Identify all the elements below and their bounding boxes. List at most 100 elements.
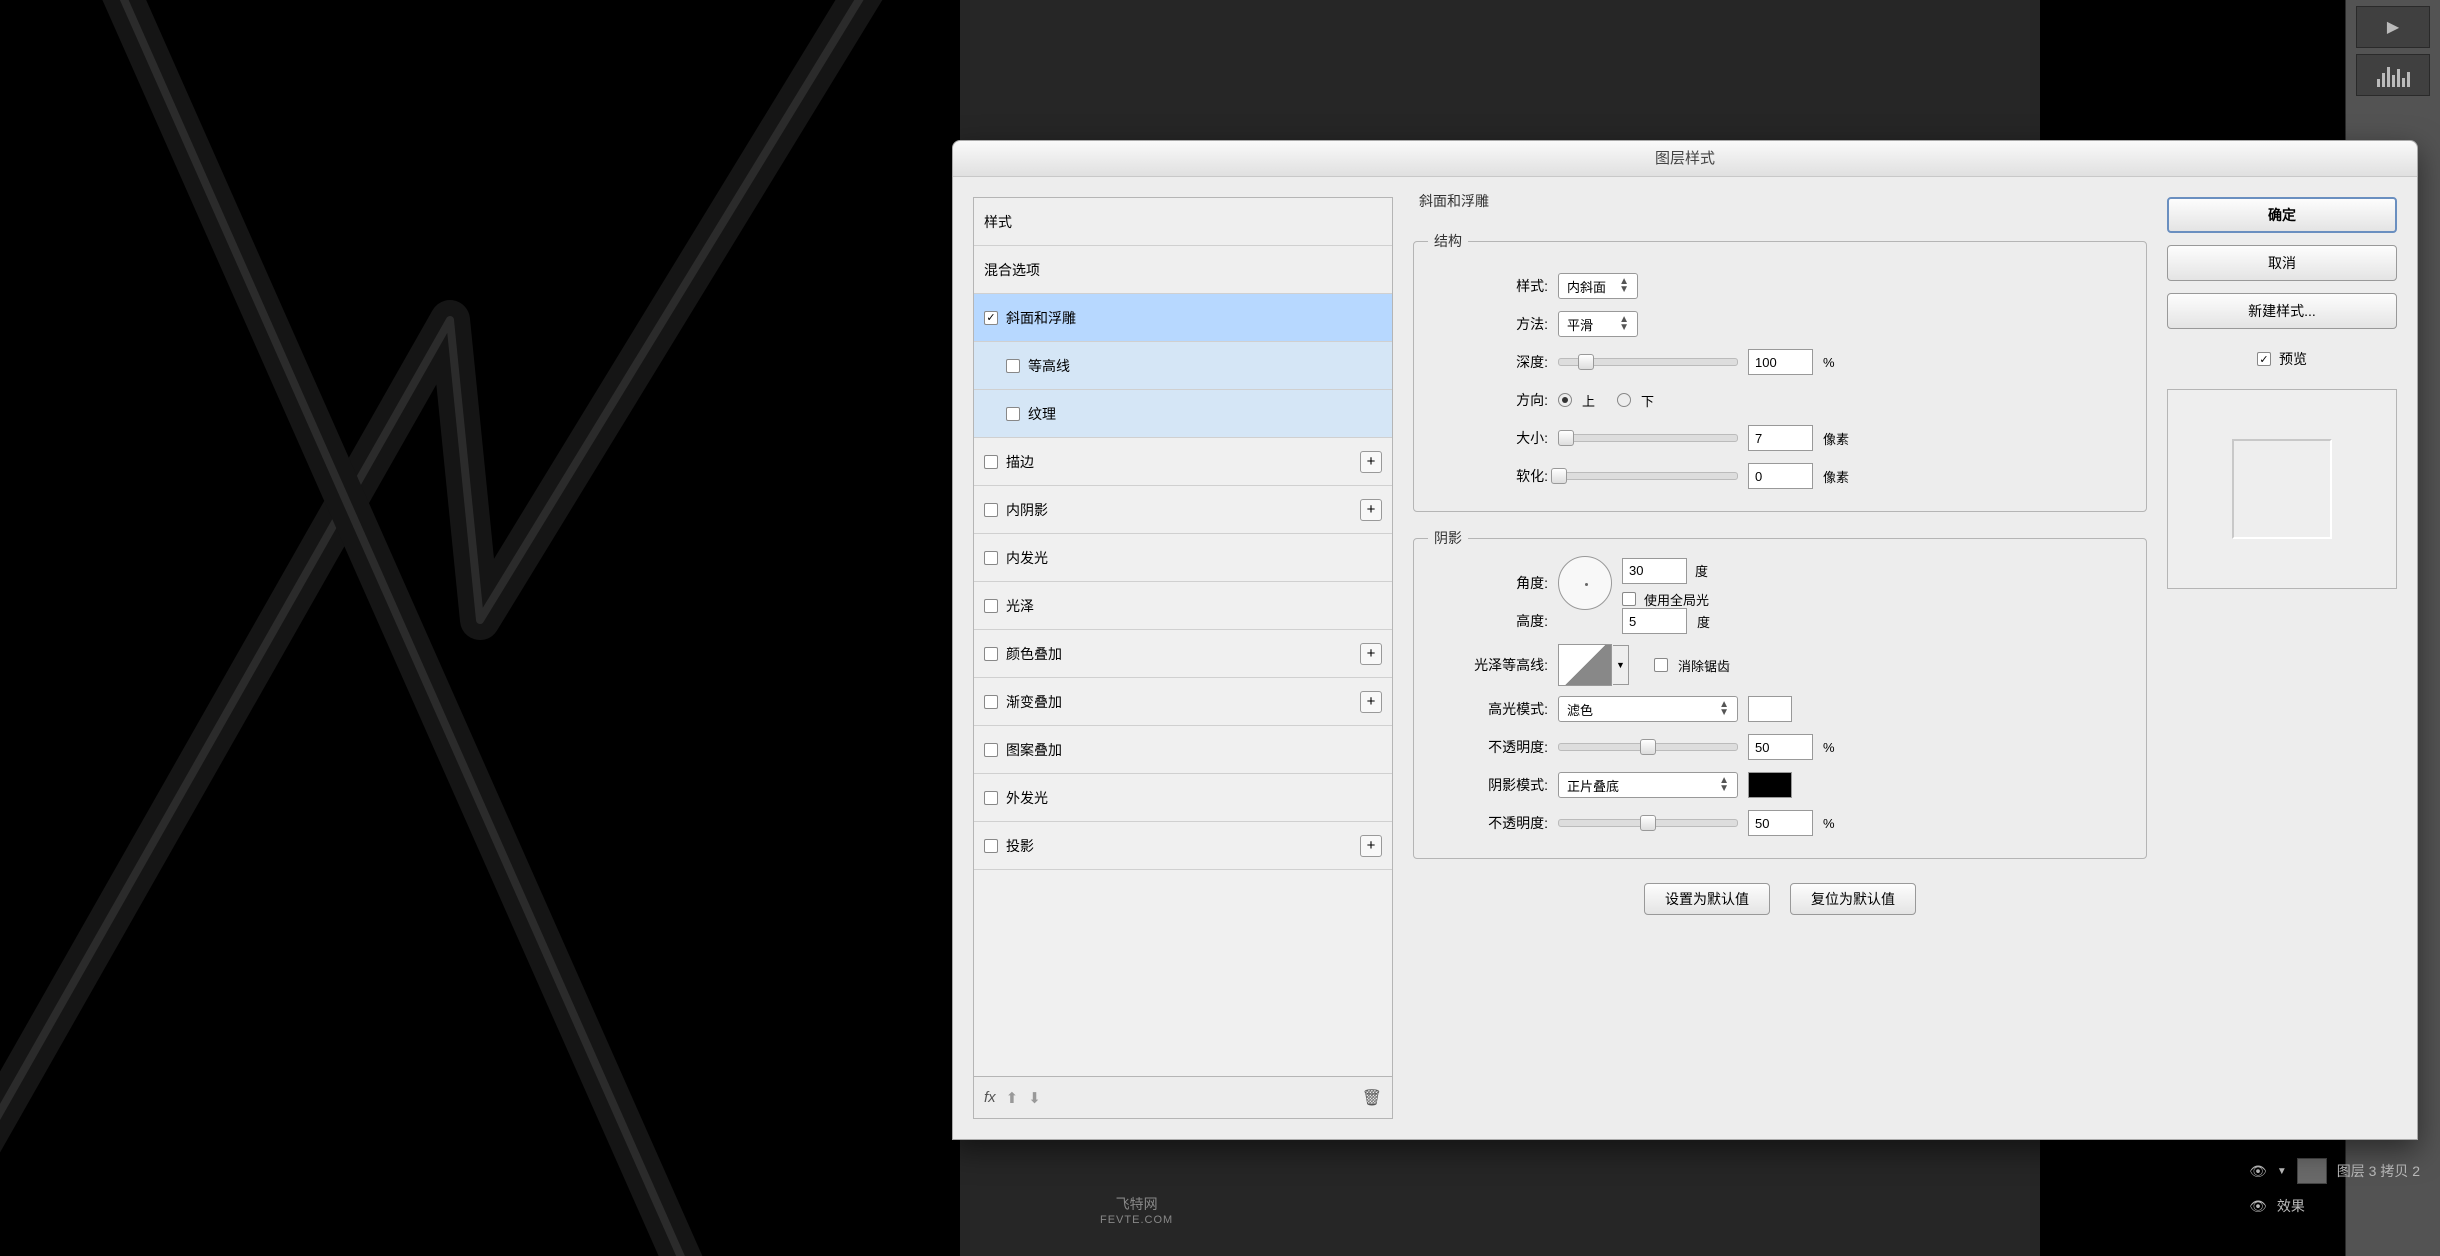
style-item-contour[interactable]: 等高线 bbox=[974, 342, 1392, 390]
watermark-site: FEVTE.COM bbox=[1100, 1214, 1173, 1226]
layers-panel-fragment: 👁 ▼ 图层 3 拷贝 2 👁 效果 bbox=[2249, 1158, 2420, 1216]
checkbox-icon[interactable] bbox=[984, 791, 998, 805]
checkbox-icon[interactable] bbox=[984, 647, 998, 661]
checkbox-icon[interactable] bbox=[984, 599, 998, 613]
checkbox-icon[interactable] bbox=[984, 311, 998, 325]
angle-input[interactable]: 30 bbox=[1622, 558, 1687, 584]
gloss-contour-picker[interactable]: ▼ bbox=[1558, 644, 1612, 686]
size-slider[interactable] bbox=[1558, 434, 1738, 442]
style-item-texture[interactable]: 纹理 bbox=[974, 390, 1392, 438]
angle-dial[interactable] bbox=[1558, 556, 1612, 610]
style-list-footer: fx ⬆ ⬇ 🗑 bbox=[973, 1077, 1393, 1119]
style-item-gradient-overlay[interactable]: 渐变叠加+ bbox=[974, 678, 1392, 726]
preview-swatch bbox=[2232, 439, 2332, 539]
dialog-right-column: 确定 取消 新建样式... ✓ 预览 bbox=[2167, 197, 2397, 1119]
play-button[interactable] bbox=[2356, 6, 2430, 48]
angle-label: 角度: bbox=[1428, 573, 1548, 593]
structure-group: 结构 样式: 内斜面▲▼ 方法: 平滑▲▼ 深度: 100 % 方向: bbox=[1413, 231, 2147, 512]
style-item-outer-glow[interactable]: 外发光 bbox=[974, 774, 1392, 822]
shadow-opacity-input[interactable]: 50 bbox=[1748, 810, 1813, 836]
add-icon[interactable]: + bbox=[1360, 835, 1382, 857]
size-input[interactable]: 7 bbox=[1748, 425, 1813, 451]
checkbox-icon[interactable] bbox=[984, 455, 998, 469]
add-icon[interactable]: + bbox=[1360, 691, 1382, 713]
antialias-checkbox[interactable] bbox=[1654, 658, 1668, 672]
shadow-opacity-slider[interactable] bbox=[1558, 819, 1738, 827]
style-item-inner-glow[interactable]: 内发光 bbox=[974, 534, 1392, 582]
altitude-label: 高度: bbox=[1428, 611, 1548, 631]
gloss-contour-label: 光泽等高线: bbox=[1428, 655, 1548, 675]
add-icon[interactable]: + bbox=[1360, 643, 1382, 665]
style-item-drop-shadow[interactable]: 投影+ bbox=[974, 822, 1392, 870]
style-item-styles[interactable]: 样式 bbox=[974, 198, 1392, 246]
fx-icon[interactable]: fx bbox=[984, 1089, 996, 1106]
shadow-mode-label: 阴影模式: bbox=[1428, 775, 1548, 795]
add-icon[interactable]: + bbox=[1360, 451, 1382, 473]
highlight-opacity-slider[interactable] bbox=[1558, 743, 1738, 751]
watermark: 飞特网 FEVTE.COM bbox=[1100, 1194, 1173, 1226]
global-light-checkbox[interactable] bbox=[1622, 592, 1636, 606]
style-item-pattern-overlay[interactable]: 图案叠加 bbox=[974, 726, 1392, 774]
cancel-button[interactable]: 取消 bbox=[2167, 245, 2397, 281]
disclosure-icon[interactable]: ▼ bbox=[2277, 1166, 2287, 1177]
highlight-mode-select[interactable]: 滤色▲▼ bbox=[1558, 696, 1738, 722]
checkbox-icon[interactable] bbox=[1006, 359, 1020, 373]
style-item-bevel-emboss[interactable]: 斜面和浮雕 bbox=[974, 294, 1392, 342]
direction-down-radio[interactable] bbox=[1617, 393, 1631, 407]
highlight-mode-label: 高光模式: bbox=[1428, 699, 1548, 719]
preview-box bbox=[2167, 389, 2397, 589]
style-item-blend-options[interactable]: 混合选项 bbox=[974, 246, 1392, 294]
style-item-color-overlay[interactable]: 颜色叠加+ bbox=[974, 630, 1392, 678]
ok-button[interactable]: 确定 bbox=[2167, 197, 2397, 233]
checkbox-icon[interactable] bbox=[984, 743, 998, 757]
layer-name[interactable]: 图层 3 拷贝 2 bbox=[2337, 1161, 2420, 1181]
technique-label: 方法: bbox=[1428, 314, 1548, 334]
checkbox-icon[interactable] bbox=[984, 503, 998, 517]
checkbox-icon[interactable] bbox=[984, 839, 998, 853]
shadow-opacity-label: 不透明度: bbox=[1428, 813, 1548, 833]
altitude-input[interactable]: 5 bbox=[1622, 608, 1687, 634]
layer-style-dialog: 图层样式 样式 混合选项 斜面和浮雕 等高线 纹理 描边+ 内阴影+ 内发光 光… bbox=[952, 140, 2418, 1140]
technique-select[interactable]: 平滑▲▼ bbox=[1558, 311, 1638, 337]
soften-slider[interactable] bbox=[1558, 472, 1738, 480]
layer-thumbnail[interactable] bbox=[2297, 1158, 2327, 1184]
depth-input[interactable]: 100 bbox=[1748, 349, 1813, 375]
style-item-satin[interactable]: 光泽 bbox=[974, 582, 1392, 630]
make-default-button[interactable]: 设置为默认值 bbox=[1644, 883, 1770, 915]
style-list[interactable]: 样式 混合选项 斜面和浮雕 等高线 纹理 描边+ 内阴影+ 内发光 光泽 颜色叠… bbox=[973, 197, 1393, 1077]
highlight-opacity-input[interactable]: 50 bbox=[1748, 734, 1813, 760]
shadow-mode-select[interactable]: 正片叠底▲▼ bbox=[1558, 772, 1738, 798]
soften-label: 软化: bbox=[1428, 466, 1548, 486]
add-icon[interactable]: + bbox=[1360, 499, 1382, 521]
move-up-icon[interactable]: ⬆ bbox=[1006, 1089, 1019, 1107]
highlight-color-swatch[interactable] bbox=[1748, 696, 1792, 722]
size-unit: 像素 bbox=[1823, 429, 1849, 448]
preview-checkbox[interactable]: ✓ bbox=[2257, 352, 2271, 366]
checkbox-icon[interactable] bbox=[1006, 407, 1020, 421]
style-item-stroke[interactable]: 描边+ bbox=[974, 438, 1392, 486]
checkbox-icon[interactable] bbox=[984, 695, 998, 709]
direction-up-radio[interactable] bbox=[1558, 393, 1572, 407]
structure-legend: 结构 bbox=[1428, 231, 1468, 251]
trash-icon[interactable]: 🗑 bbox=[1362, 1088, 1382, 1108]
dialog-title: 图层样式 bbox=[953, 141, 2417, 177]
watermark-name: 飞特网 bbox=[1100, 1194, 1173, 1214]
move-down-icon[interactable]: ⬇ bbox=[1028, 1089, 1041, 1107]
checkbox-icon[interactable] bbox=[984, 551, 998, 565]
style-item-inner-shadow[interactable]: 内阴影+ bbox=[974, 486, 1392, 534]
histogram-button[interactable] bbox=[2356, 54, 2430, 96]
size-label: 大小: bbox=[1428, 428, 1548, 448]
depth-slider[interactable] bbox=[1558, 358, 1738, 366]
soften-input[interactable]: 0 bbox=[1748, 463, 1813, 489]
visibility-icon[interactable]: 👁 bbox=[2249, 1198, 2267, 1215]
shadow-color-swatch[interactable] bbox=[1748, 772, 1792, 798]
reset-default-button[interactable]: 复位为默认值 bbox=[1790, 883, 1916, 915]
effects-label[interactable]: 效果 bbox=[2277, 1196, 2305, 1216]
shading-group: 阴影 角度: 30 度 使用全局光 bbox=[1413, 528, 2147, 859]
style-select[interactable]: 内斜面▲▼ bbox=[1558, 273, 1638, 299]
highlight-opacity-label: 不透明度: bbox=[1428, 737, 1548, 757]
visibility-icon[interactable]: 👁 bbox=[2249, 1163, 2267, 1180]
depth-label: 深度: bbox=[1428, 352, 1548, 372]
preview-label: 预览 bbox=[2279, 349, 2307, 369]
new-style-button[interactable]: 新建样式... bbox=[2167, 293, 2397, 329]
